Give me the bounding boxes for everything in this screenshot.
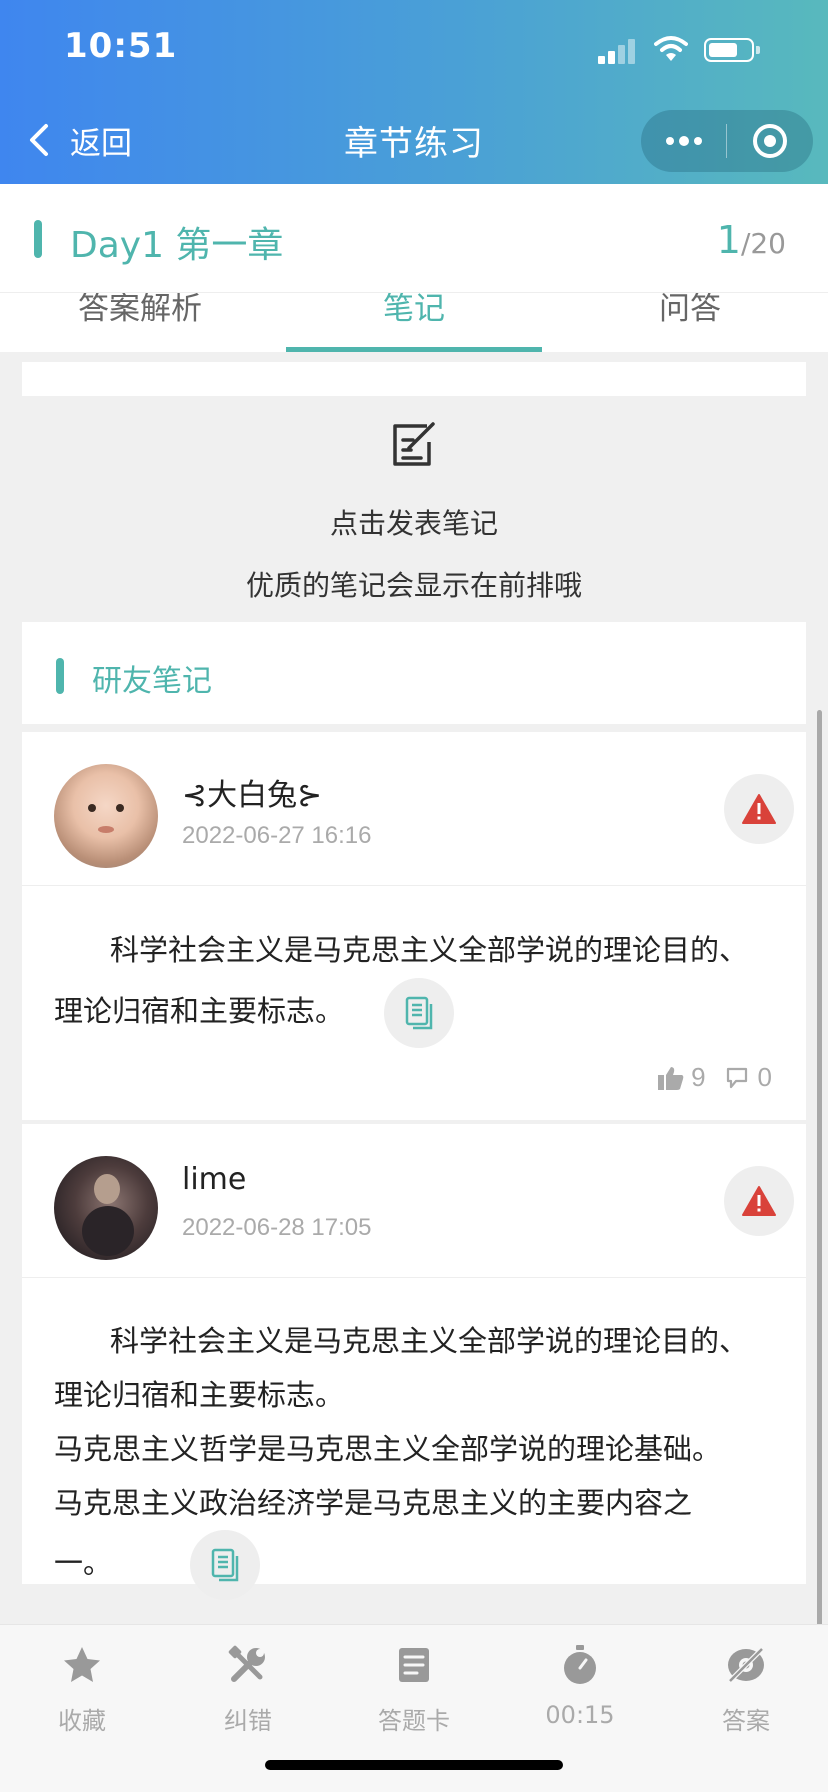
tab-qa[interactable]: 问答 <box>600 293 780 328</box>
edit-note-icon <box>393 422 435 466</box>
note-card: ⊰大白兔⊱ 2022-06-27 16:16 科学社会主义是马克思主义全部学说的… <box>22 732 806 1120</box>
note-time: 2022-06-28 17:05 <box>182 1214 372 1241</box>
document-icon <box>211 1548 239 1582</box>
comment-icon <box>726 1067 747 1088</box>
tab-answer-analysis[interactable]: 答案解析 <box>50 293 230 328</box>
post-note-hint: 优质的笔记会显示在前排哦 <box>245 569 582 602</box>
comment-button[interactable]: 0 <box>724 1062 772 1093</box>
favorite-button[interactable]: 收藏 <box>12 1643 152 1736</box>
note-author: ⊰大白兔⊱ <box>182 778 323 813</box>
chapter-title: Day1 第一章 <box>70 225 284 266</box>
signal-icon <box>598 38 638 64</box>
post-note-text: 点击发表笔记 <box>329 507 498 540</box>
home-indicator <box>265 1760 563 1770</box>
question-progress: 1/20 <box>717 218 786 262</box>
status-time: 10:51 <box>64 26 178 66</box>
miniprogram-capsule <box>641 110 813 172</box>
scrollbar[interactable] <box>817 710 822 1710</box>
timer-button[interactable]: 00:15 <box>510 1643 650 1729</box>
like-count: 9 <box>691 1062 706 1092</box>
tab-notes[interactable]: 笔记 <box>286 293 542 328</box>
note-time: 2022-06-27 16:16 <box>182 822 372 849</box>
note-content: 科学社会主义是马克思主义全部学说的理论目的、 理论归宿和主要标志。 <box>22 886 806 1048</box>
show-answer-button[interactable]: 答案 <box>676 1643 816 1736</box>
stopwatch-icon <box>564 1645 596 1684</box>
more-button[interactable] <box>641 110 726 172</box>
tools-icon <box>228 1645 265 1682</box>
report-error-button[interactable]: 纠错 <box>178 1643 318 1736</box>
warning-icon <box>742 794 776 824</box>
decoration-right-icon: ⊱ <box>297 778 323 813</box>
status-icons <box>598 36 788 64</box>
note-author: lime <box>182 1162 247 1197</box>
view-note-button[interactable] <box>190 1530 261 1600</box>
note-card: lime 2022-06-28 17:05 科学社会主义是马克思主义全部学说的理… <box>22 1124 806 1600</box>
eye-slash-icon <box>728 1647 764 1683</box>
tab-bar: 答案解析 笔记 问答 <box>0 292 828 352</box>
answer-card-button[interactable]: 答题卡 <box>344 1643 484 1736</box>
decoration-left-icon: ⊰ <box>182 778 208 813</box>
battery-icon <box>704 38 754 62</box>
report-button[interactable] <box>724 774 794 844</box>
avatar[interactable] <box>54 764 158 868</box>
post-note-button[interactable]: 点击发表笔记 优质的笔记会显示在前排哦 <box>0 418 828 604</box>
section-header: 研友笔记 <box>22 622 806 724</box>
report-button[interactable] <box>724 1166 794 1236</box>
target-icon <box>753 124 787 158</box>
note-content: 科学社会主义是马克思主义全部学说的理论目的、 理论归宿和主要标志。 马克思主义哲… <box>22 1278 806 1600</box>
answer-card-icon <box>399 1648 429 1682</box>
section-title: 研友笔记 <box>92 664 212 699</box>
wifi-icon <box>654 36 688 61</box>
top-header: 10:51 返回 章节练习 <box>0 0 828 184</box>
chapter-header: Day1 第一章 1/20 <box>0 184 828 292</box>
document-icon <box>405 996 433 1030</box>
comment-count: 0 <box>757 1062 772 1092</box>
like-button[interactable]: 9 <box>657 1062 706 1093</box>
view-note-button[interactable] <box>384 978 455 1048</box>
note-stats: 9 0 <box>657 1062 772 1093</box>
warning-icon <box>742 1186 776 1216</box>
avatar[interactable] <box>54 1156 158 1260</box>
star-icon <box>64 1647 100 1682</box>
active-tab-indicator <box>286 347 542 352</box>
progress-current: 1 <box>716 218 741 262</box>
close-miniprogram-button[interactable] <box>727 110 813 172</box>
progress-total: /20 <box>740 227 786 260</box>
thumbs-up-icon <box>658 1066 684 1090</box>
